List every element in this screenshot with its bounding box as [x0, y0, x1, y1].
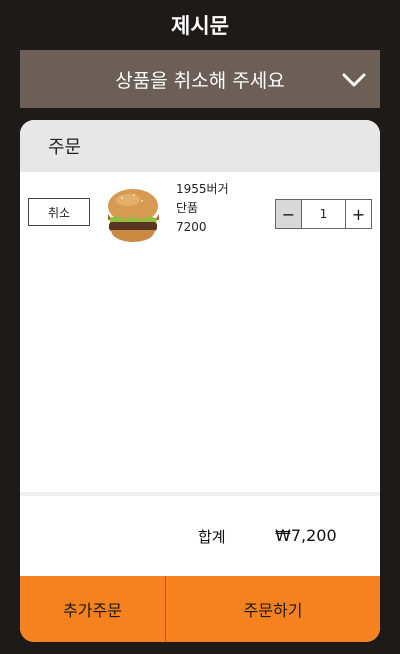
action-bar: 추가주문 주문하기 — [20, 576, 380, 642]
item-option: 단품 — [176, 201, 199, 215]
quantity-value: 1 — [319, 207, 328, 221]
order-panel: 주문 취소 1955버거 단품 7200 − 1 + 합계 ₩7,200 추가주… — [20, 120, 380, 642]
order-header: 주문 — [20, 120, 380, 172]
order-list: 취소 1955버거 단품 7200 − 1 + — [20, 172, 380, 492]
prompt-banner[interactable]: 상품을 취소해 주세요 — [20, 50, 380, 108]
cancel-item-button[interactable]: 취소 — [28, 198, 90, 226]
item-price: 7200 — [176, 220, 207, 234]
item-name: 1955버거 — [176, 182, 229, 196]
place-order-button[interactable]: 주문하기 — [166, 576, 380, 642]
order-item: 취소 1955버거 단품 7200 − 1 + — [20, 172, 380, 252]
item-info: 1955버거 단품 7200 — [176, 180, 229, 237]
decrease-button[interactable]: − — [276, 200, 302, 228]
burger-image — [108, 189, 159, 242]
add-order-button[interactable]: 추가주문 — [20, 576, 166, 642]
total-value: ₩7,200 — [275, 526, 337, 545]
quantity-stepper: − 1 + — [275, 199, 372, 229]
increase-button[interactable]: + — [345, 200, 371, 228]
chevron-down-icon[interactable] — [342, 70, 366, 90]
total-label: 합계 — [198, 528, 226, 546]
page-title: 제시문 — [171, 14, 229, 38]
prompt-text: 상품을 취소해 주세요 — [115, 69, 285, 92]
total-row: 합계 ₩7,200 — [20, 496, 380, 576]
